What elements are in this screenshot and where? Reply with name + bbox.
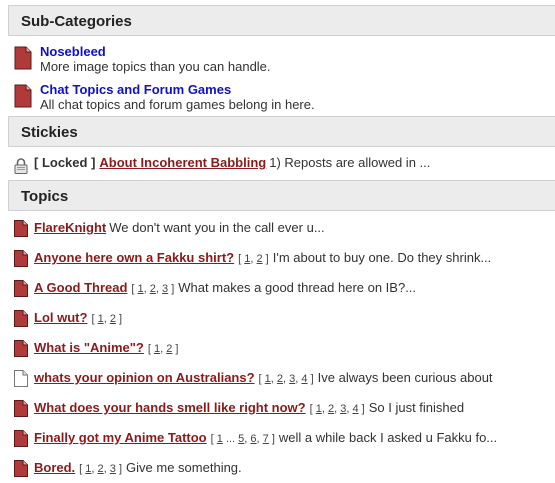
topic-row: Finally got my Anime Tattoo[ 1 ... 5, 6,… bbox=[8, 423, 555, 453]
page-links: [ 1, 2, 3 ] bbox=[79, 463, 123, 475]
red-document-icon bbox=[14, 220, 28, 237]
page-link[interactable]: 2 bbox=[150, 283, 156, 295]
page-link[interactable]: 2 bbox=[256, 253, 262, 265]
page-link[interactable]: 1 bbox=[244, 253, 250, 265]
page-link[interactable]: 6 bbox=[250, 433, 256, 445]
page-link[interactable]: 5 bbox=[238, 433, 244, 445]
page-link[interactable]: 2 bbox=[328, 403, 334, 415]
topic-title-link[interactable]: FlareKnight bbox=[34, 220, 106, 235]
red-document-icon bbox=[14, 430, 28, 447]
page-link[interactable]: 1 bbox=[265, 373, 271, 385]
topic-excerpt: well a while back I asked u Fakku fo... bbox=[278, 430, 498, 445]
subcategory-description: All chat topics and forum games belong i… bbox=[40, 97, 315, 112]
topic-title-link[interactable]: Bored. bbox=[34, 460, 75, 475]
topics-section: Topics FlareKnight We don't want you in t… bbox=[8, 180, 555, 483]
page-link[interactable]: 3 bbox=[162, 283, 168, 295]
topic-row: Bored. [ 1, 2, 3 ] Give me something. bbox=[8, 453, 555, 483]
red-document-icon bbox=[14, 280, 28, 297]
red-document-icon bbox=[14, 340, 28, 357]
topic-title-link[interactable]: Finally got my Anime Tattoo bbox=[34, 430, 207, 445]
subcategory-title-link[interactable]: Chat Topics and Forum Games bbox=[40, 80, 555, 97]
subcategory-title-link[interactable]: Nosebleed bbox=[40, 42, 555, 59]
page-link[interactable]: 4 bbox=[352, 403, 358, 415]
subcategory-item-nosebleed[interactable]: Nosebleed More image topics than you can… bbox=[8, 42, 555, 80]
topic-title-link[interactable]: Lol wut? bbox=[34, 310, 87, 325]
sticky-title-link[interactable]: About Incoherent Babbling bbox=[99, 155, 266, 170]
topic-excerpt: I'm about to buy one. Do they shrink... bbox=[272, 250, 492, 265]
topic-title-link[interactable]: What is "Anime"? bbox=[34, 340, 144, 355]
topic-row: What does your hands smell like right no… bbox=[8, 393, 555, 423]
page-links: [ 1, 2, 3 ] bbox=[131, 283, 175, 295]
white-document-icon bbox=[14, 370, 28, 387]
page-link[interactable]: 1 bbox=[316, 403, 322, 415]
topics-header: Topics bbox=[8, 180, 555, 211]
topic-title-link[interactable]: A Good Thread bbox=[34, 280, 127, 295]
page-link[interactable]: 1 bbox=[138, 283, 144, 295]
topic-title-link[interactable]: whats your opinion on Australians? bbox=[34, 370, 255, 385]
page-link[interactable]: 3 bbox=[289, 373, 295, 385]
page-link[interactable]: 2 bbox=[110, 313, 116, 325]
page-link[interactable]: 1 bbox=[85, 463, 91, 475]
red-document-icon bbox=[14, 250, 28, 267]
page-link[interactable]: 3 bbox=[110, 463, 116, 475]
page-link[interactable]: 2 bbox=[98, 463, 104, 475]
topic-title-link[interactable]: Anyone here own a Fakku shirt? bbox=[34, 250, 234, 265]
page-link[interactable]: 2 bbox=[166, 343, 172, 355]
page-link[interactable]: 2 bbox=[277, 373, 283, 385]
page-link[interactable]: 1 bbox=[217, 433, 223, 445]
stickies-header: Stickies bbox=[8, 116, 555, 147]
page-link[interactable]: 1 bbox=[98, 313, 104, 325]
page-link[interactable]: 4 bbox=[301, 373, 307, 385]
locked-label: [ Locked ] bbox=[34, 155, 96, 170]
page-links: [ 1 ... 5, 6, 7 ] bbox=[210, 433, 275, 445]
topic-row: FlareKnight We don't want you in the call… bbox=[8, 213, 555, 243]
topic-row: Lol wut? [ 1, 2 ] bbox=[8, 303, 555, 333]
topic-title-link[interactable]: What does your hands smell like right no… bbox=[34, 400, 306, 415]
topic-excerpt: What makes a good thread here on IB?... bbox=[178, 280, 417, 295]
subcategories-section: Sub-Categories Nosebleed More image topi… bbox=[8, 5, 555, 118]
red-document-icon bbox=[14, 460, 28, 477]
stickies-section: Stickies [ Locked ] About Incoherent Babb… bbox=[8, 116, 555, 179]
red-document-icon bbox=[14, 46, 32, 70]
lock-icon bbox=[14, 154, 28, 179]
topic-row: What is "Anime"?[ 1, 2 ] bbox=[8, 333, 555, 363]
page-links: [ 1, 2, 3, 4 ] bbox=[258, 373, 314, 385]
sticky-row: [ Locked ] About Incoherent Babbling 1) Re… bbox=[8, 147, 555, 179]
page-links: [ 1, 2 ] bbox=[238, 253, 269, 265]
topic-row: Anyone here own a Fakku shirt? [ 1, 2 ] I'… bbox=[8, 243, 555, 273]
page-links: [ 1, 2 ] bbox=[147, 343, 179, 355]
topic-excerpt: So I just finished bbox=[368, 400, 465, 415]
page-ellipsis: ... bbox=[225, 433, 236, 445]
subcategory-item-chat-topics[interactable]: Chat Topics and Forum Games All chat top… bbox=[8, 80, 555, 118]
page-link[interactable]: 7 bbox=[263, 433, 269, 445]
subcategory-description: More image topics than you can handle. bbox=[40, 59, 271, 74]
subcategories-header: Sub-Categories bbox=[8, 5, 555, 36]
page-links: [ 1, 2 ] bbox=[91, 313, 123, 325]
topic-list: FlareKnight We don't want you in the call… bbox=[8, 213, 555, 483]
red-document-icon bbox=[14, 400, 28, 417]
topic-excerpt: Give me something. bbox=[126, 460, 242, 475]
red-document-icon bbox=[14, 84, 32, 108]
topic-excerpt: Ive always been curious about bbox=[317, 370, 493, 385]
topic-row: A Good Thread [ 1, 2, 3 ] What makes a goo… bbox=[8, 273, 555, 303]
page-links: [ 1, 2, 3, 4 ] bbox=[309, 403, 365, 415]
red-document-icon bbox=[14, 310, 28, 327]
page-link[interactable]: 3 bbox=[340, 403, 346, 415]
topic-excerpt: We don't want you in the call ever u... bbox=[109, 220, 325, 235]
page-link[interactable]: 1 bbox=[154, 343, 160, 355]
sticky-excerpt: 1) Reposts are allowed in ... bbox=[269, 155, 431, 170]
topic-row: whats your opinion on Australians?[ 1, 2… bbox=[8, 363, 555, 393]
